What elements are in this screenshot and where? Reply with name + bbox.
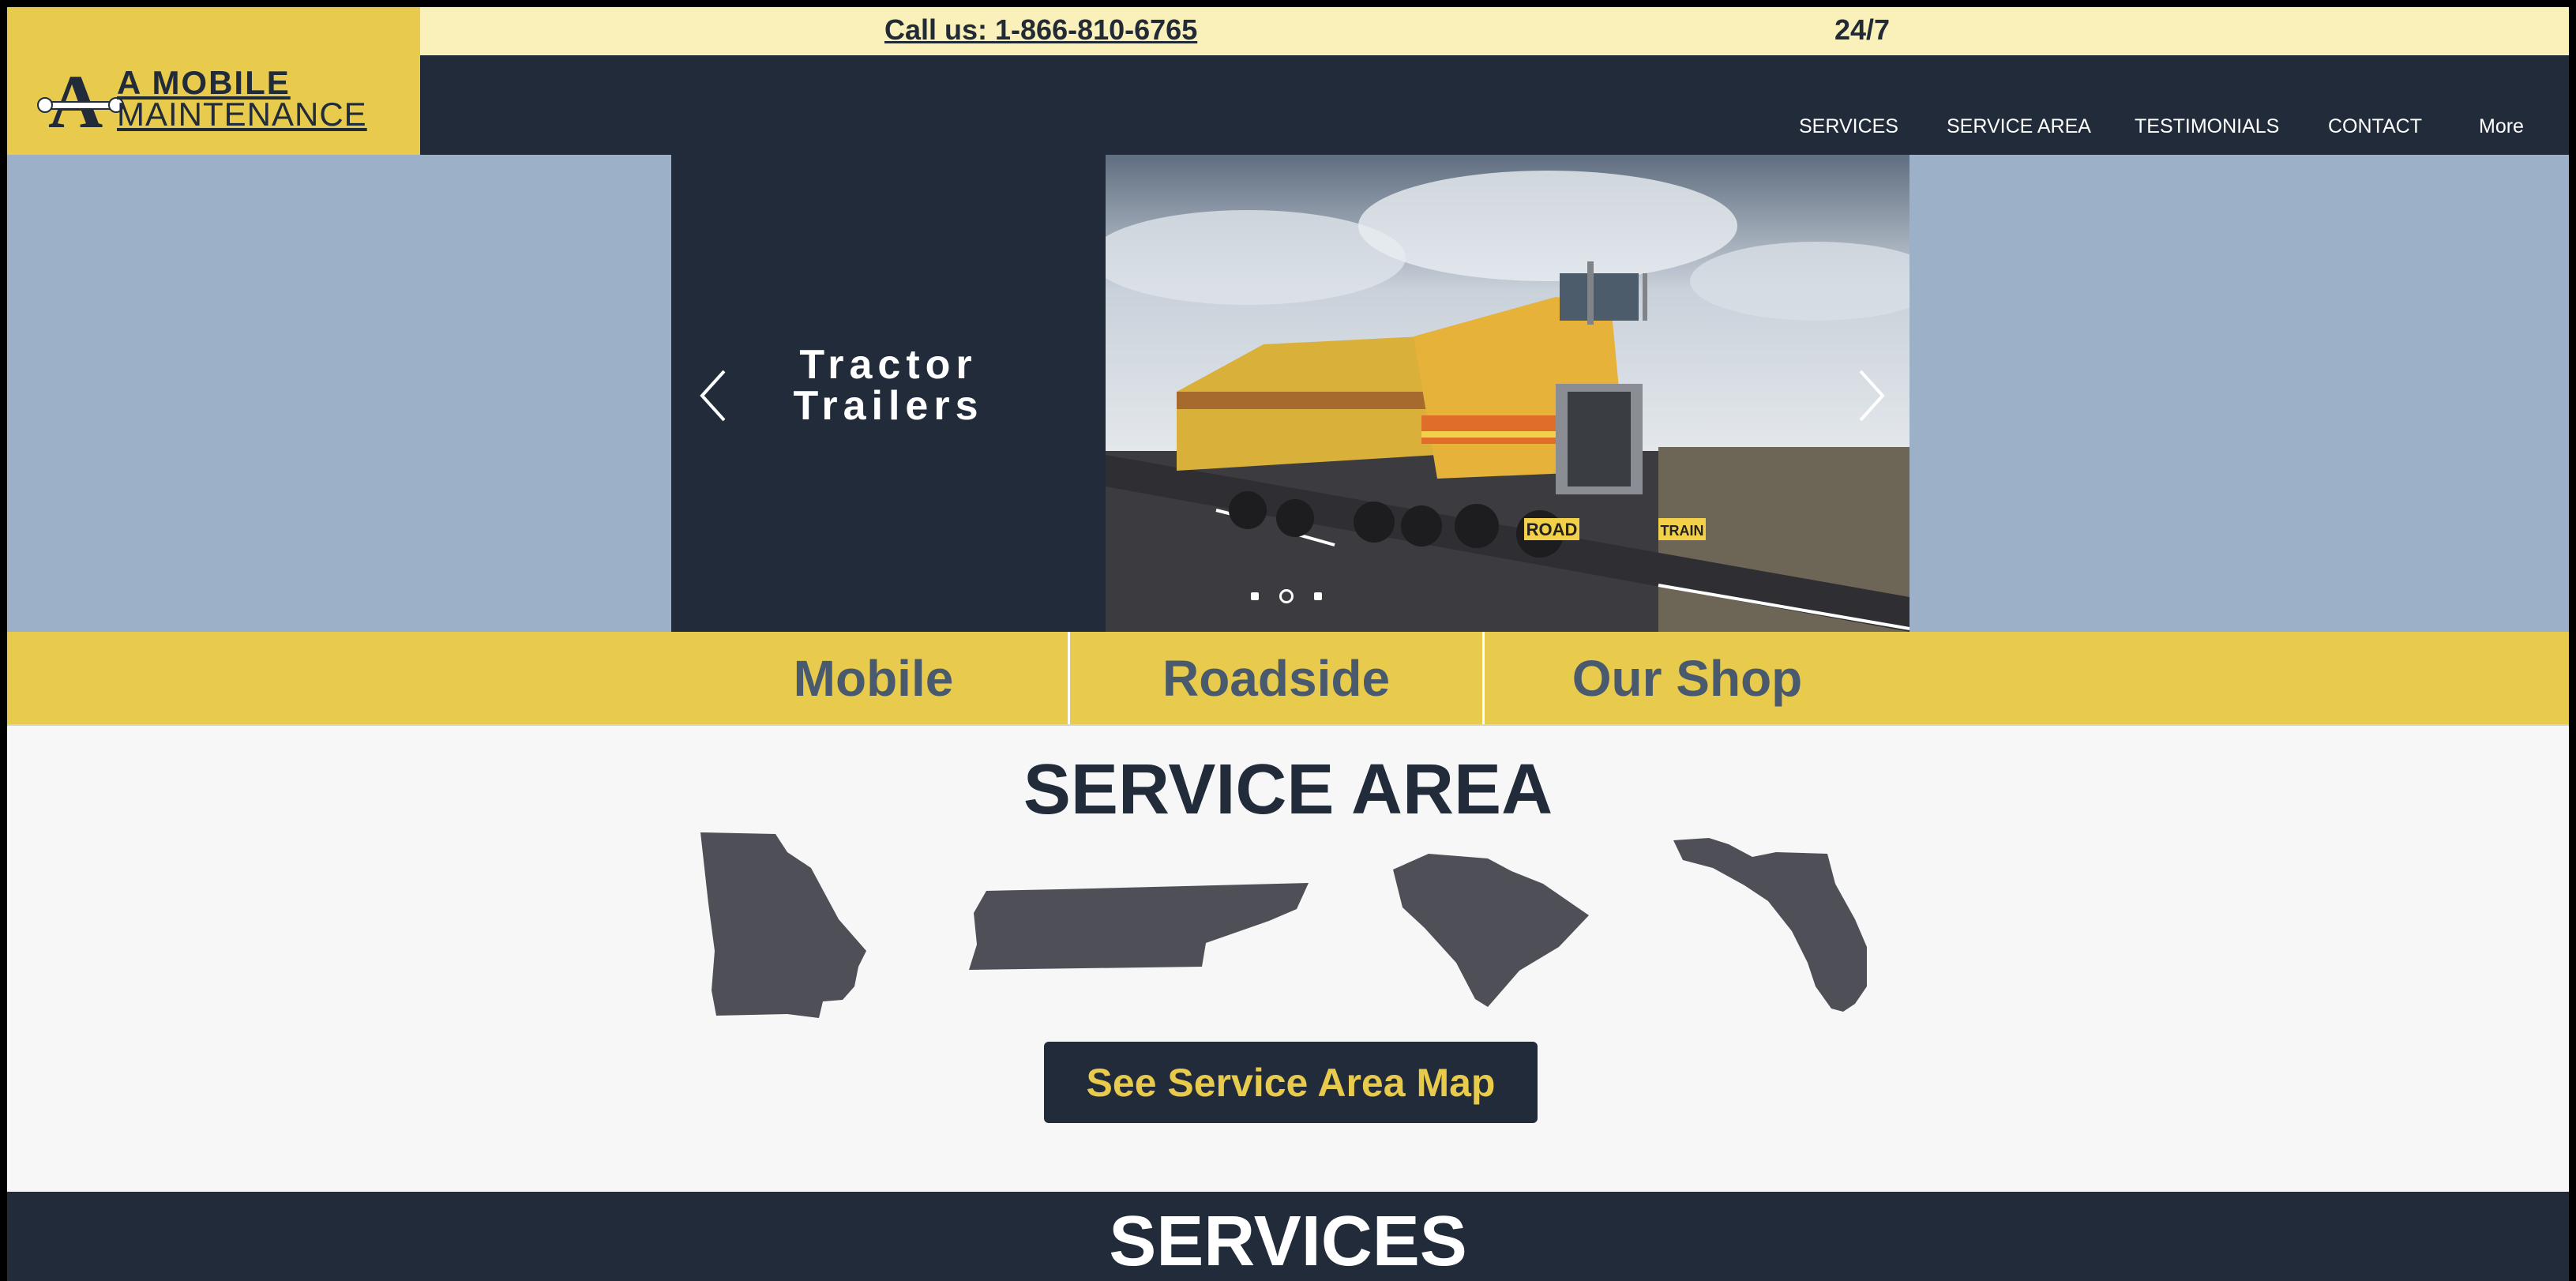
services-section: SERVICES	[7, 1192, 2569, 1281]
service-area-title: SERVICE AREA	[1023, 750, 1553, 829]
nav-more[interactable]: More	[2479, 104, 2524, 148]
truck-photo: ROAD TRAIN	[1106, 155, 1909, 632]
plate-right: TRAIN	[1661, 523, 1704, 539]
slide-title-line1: Tractor	[799, 342, 978, 388]
slide-title-line2: Trailers	[793, 383, 984, 429]
wrench-a-logo-icon: A	[37, 62, 124, 130]
see-service-area-map-button[interactable]: See Service Area Map	[1044, 1042, 1538, 1123]
slide-indicators	[1251, 589, 1322, 603]
nav-service-area[interactable]: SERVICE AREA	[1947, 104, 2091, 148]
slide-title: Tractor Trailers	[671, 344, 1106, 426]
georgia-icon	[700, 832, 866, 1018]
plate-left: ROAD	[1526, 520, 1578, 539]
hours-label: 24/7	[1834, 13, 1891, 46]
nav-testimonials[interactable]: TESTIMONIALS	[2135, 104, 2279, 148]
logo[interactable]: A A MOBILE MAINTENANCE	[7, 7, 420, 155]
tab-our-shop[interactable]: Our Shop	[1485, 632, 1890, 724]
hero-slideshow: Tractor Trailers ROAD TRAIN	[7, 155, 2569, 632]
page: Call us: 1-866-810-6765 24/7 SERVICES SE…	[7, 7, 2569, 1281]
tab-mobile[interactable]: Mobile	[671, 632, 1076, 724]
phone-link[interactable]: Call us: 1-866-810-6765	[884, 13, 1197, 47]
slide-dot-2[interactable]	[1279, 589, 1294, 603]
tab-roadside[interactable]: Roadside	[1070, 632, 1482, 724]
category-tabs: Mobile Roadside Our Shop	[7, 632, 2569, 726]
next-arrow-icon[interactable]	[1851, 368, 1891, 423]
slide-dot-1[interactable]	[1251, 592, 1259, 600]
nav-contact[interactable]: CONTACT	[2328, 104, 2422, 148]
logo-line2: MAINTENANCE	[117, 96, 367, 133]
prev-arrow-icon[interactable]	[694, 368, 734, 423]
slide-dot-3[interactable]	[1314, 592, 1322, 600]
logo-mark-letter: A	[48, 62, 103, 130]
tennessee-icon	[969, 883, 1309, 970]
nav-services[interactable]: SERVICES	[1799, 104, 1898, 148]
south-carolina-icon	[1393, 854, 1589, 1007]
florida-icon	[1673, 838, 1867, 1012]
services-title: SERVICES	[1109, 1202, 1467, 1281]
